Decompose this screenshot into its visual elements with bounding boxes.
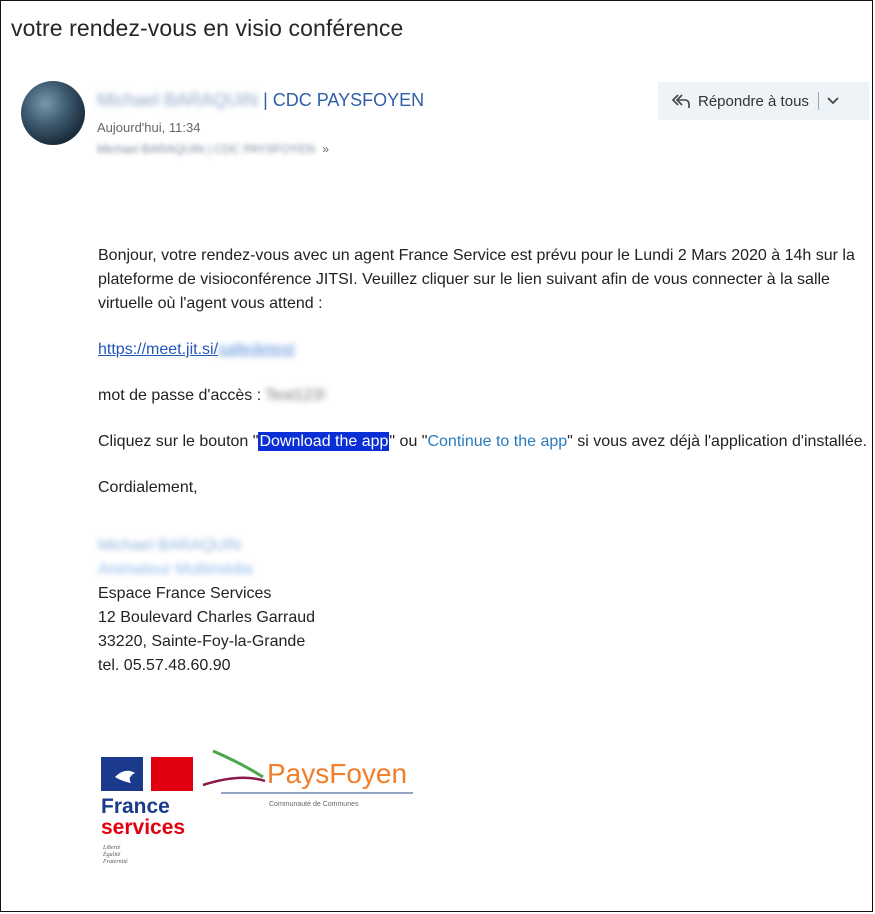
paysfoyen-logo: PaysFoyen Communauté de Communes (202, 749, 413, 808)
signature-role: Animateur Multimédia (98, 561, 253, 578)
logo-motto-2: Égalité (102, 850, 121, 858)
instruction-mid: " ou " (389, 433, 428, 450)
signature-city: 33220, Sainte-Foy-la-Grande (98, 633, 306, 650)
meeting-link-line: https://meet.jit.si/salledetest (98, 338, 868, 362)
email-body: Bonjour, votre rendez-vous avec un agent… (98, 244, 868, 678)
sender-org[interactable]: | CDC PAYSFOYEN (263, 90, 424, 110)
signature-block: Michael BARAQUIN Animateur Multimédia Es… (98, 534, 868, 678)
meeting-link[interactable]: https://meet.jit.si/ (98, 341, 218, 358)
chevron-down-icon[interactable] (826, 96, 840, 106)
recipients-text: Michael BARAQUIN | CDC PAYSFOYEN (97, 142, 316, 156)
expand-recipients-icon[interactable]: » (322, 142, 329, 156)
instructions-paragraph: Cliquez sur le bouton "Download the app"… (98, 430, 868, 454)
marianne-profile (143, 757, 151, 791)
reply-all-label: Répondre à tous (698, 92, 809, 110)
recipients-line[interactable]: Michael BARAQUIN | CDC PAYSFOYEN » (97, 142, 329, 156)
logo-services-text: services (101, 816, 185, 839)
logo-swoosh-purple (202, 776, 266, 787)
logo-paysfoyen-text: PaysFoyen (267, 758, 407, 789)
password-line: mot de passe d'accès : Test123! (98, 384, 868, 408)
france-services-logo: France services Liberté Égalité Fraterni… (101, 757, 193, 865)
reply-all-button[interactable]: Répondre à tous (658, 82, 869, 120)
reply-all-icon (671, 94, 690, 108)
meeting-room-link[interactable]: salledetest (218, 341, 295, 358)
signature-office: Espace France Services (98, 585, 272, 602)
reply-divider (817, 92, 819, 110)
email-timestamp: Aujourd'hui, 11:34 (97, 120, 201, 135)
password-value: Test123! (265, 387, 326, 404)
logo-france-text: France (101, 795, 170, 818)
password-label: mot de passe d'accès : (98, 387, 262, 404)
logo-flag-red (151, 757, 193, 791)
intro-paragraph: Bonjour, votre rendez-vous avec un agent… (98, 247, 855, 312)
instruction-post: " si vous avez déjà l'application d'inst… (567, 433, 868, 450)
continue-to-app-text: Continue to the app (427, 433, 568, 450)
logo-motto-1: Liberté (102, 845, 121, 851)
signature-name: Michael BARAQUIN (98, 537, 242, 554)
signature-street: 12 Boulevard Charles Garraud (98, 609, 316, 626)
sender-name[interactable]: Michael BARAQUIN (97, 90, 258, 110)
email-subject: votre rendez-vous en visio conférence (11, 15, 404, 41)
sender-avatar[interactable] (21, 81, 85, 145)
signature-phone: tel. 05.57.48.60.90 (98, 657, 231, 674)
logo-swoosh-green (212, 749, 264, 779)
logo-paysfoyen-sub: Communauté de Communes (269, 801, 359, 808)
logo-motto-3: Fraternité (102, 859, 128, 865)
sender-line: Michael BARAQUIN | CDC PAYSFOYEN (97, 90, 424, 111)
email-reading-pane: votre rendez-vous en visio conférence Mi… (0, 0, 873, 912)
instruction-pre: Cliquez sur le bouton " (98, 433, 259, 450)
closing: Cordialement, (98, 479, 198, 496)
download-app-highlight: Download the app (258, 432, 390, 451)
